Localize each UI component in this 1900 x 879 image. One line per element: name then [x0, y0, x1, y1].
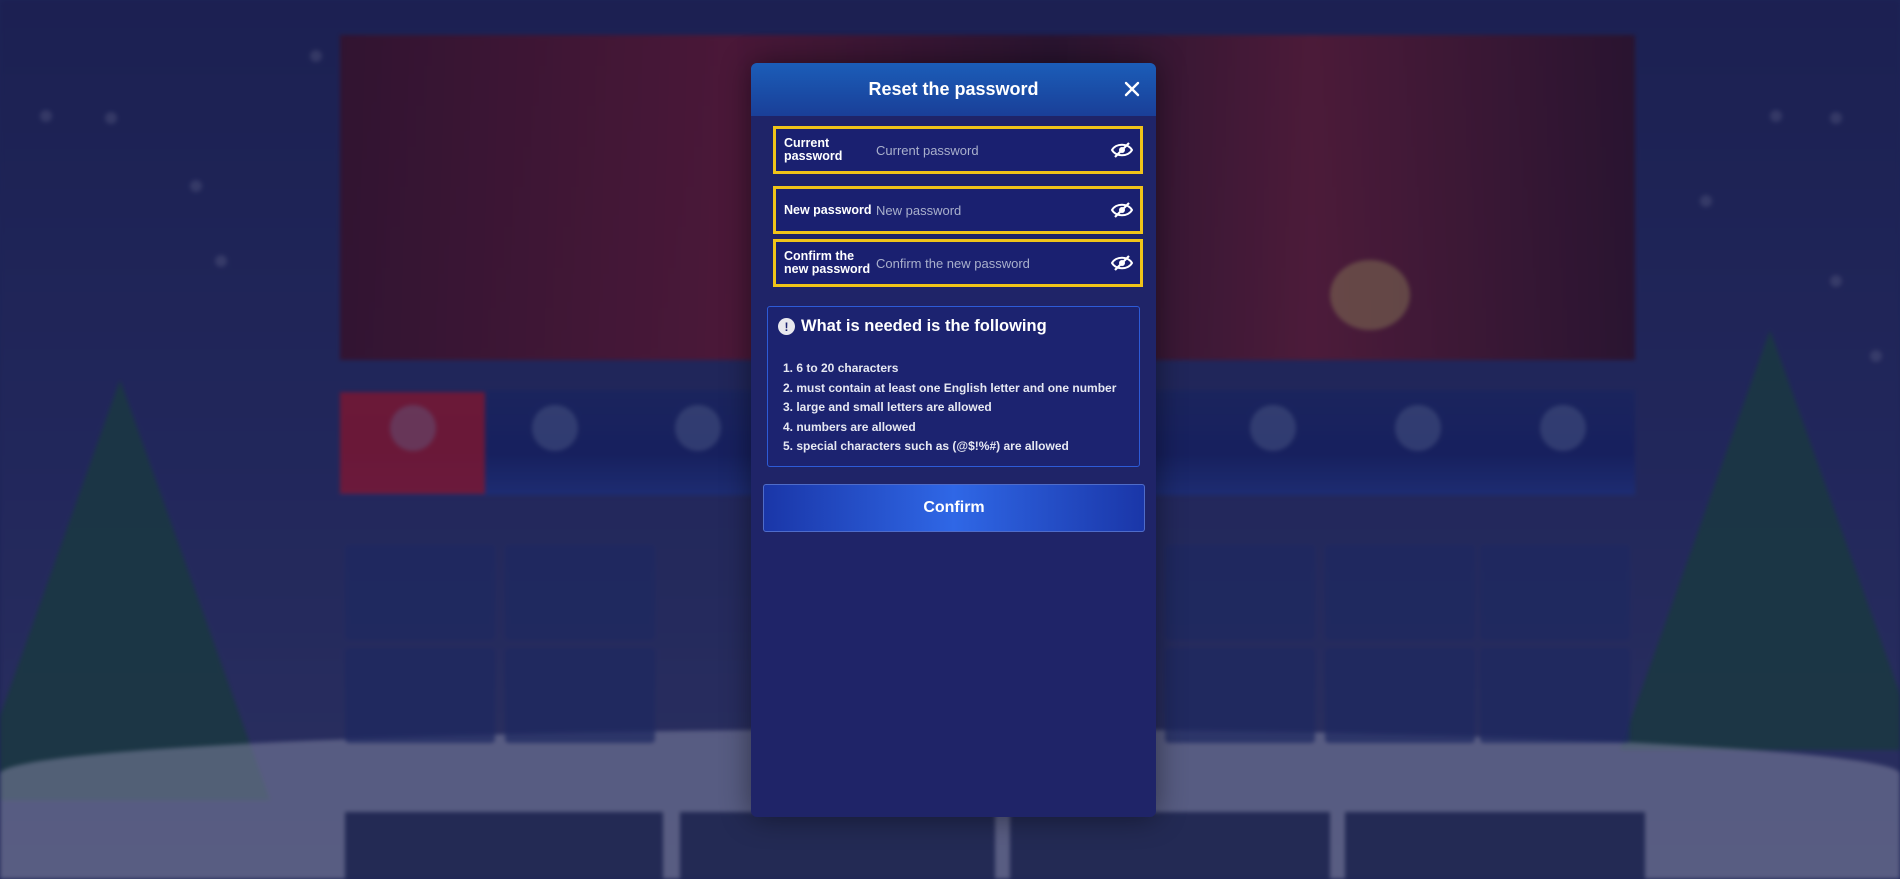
close-icon[interactable]	[1120, 77, 1144, 101]
reset-password-modal: Reset the password Current password New …	[751, 63, 1156, 817]
requirement-item: 3. large and small letters are allowed	[783, 400, 992, 414]
info-icon: !	[778, 318, 795, 335]
requirements-title: What is needed is the following	[801, 317, 1047, 335]
new-password-input[interactable]	[876, 189, 1104, 231]
eye-slash-icon[interactable]	[1104, 129, 1140, 171]
eye-slash-icon[interactable]	[1104, 189, 1140, 231]
current-password-label: Current password	[784, 136, 843, 163]
confirm-password-label: Confirm the new password	[784, 249, 871, 276]
requirement-item: 2. must contain at least one English let…	[783, 380, 1117, 395]
modal-title: Reset the password	[868, 79, 1039, 99]
confirm-button[interactable]: Confirm	[763, 484, 1145, 532]
confirm-password-field: Confirm the new password	[773, 239, 1143, 287]
requirement-item: 4. numbers are allowed	[783, 419, 916, 434]
new-password-field: New password	[773, 186, 1143, 234]
current-password-input[interactable]	[876, 129, 1104, 171]
current-password-field: Current password	[773, 126, 1143, 174]
requirements-box: ! What is needed is the following 1. 6 t…	[767, 306, 1140, 467]
new-password-label: New password	[784, 202, 872, 217]
modal-header: Reset the password	[751, 63, 1156, 116]
requirement-item: 1. 6 to 20 characters	[783, 361, 899, 375]
confirm-password-input[interactable]	[876, 242, 1104, 284]
requirements-list: 1. 6 to 20 characters 2. must contain at…	[783, 359, 1116, 457]
requirement-item: 5. special characters such as (@$!%#) ar…	[783, 439, 1069, 453]
requirements-header: ! What is needed is the following	[778, 317, 1047, 336]
eye-slash-icon[interactable]	[1104, 242, 1140, 284]
